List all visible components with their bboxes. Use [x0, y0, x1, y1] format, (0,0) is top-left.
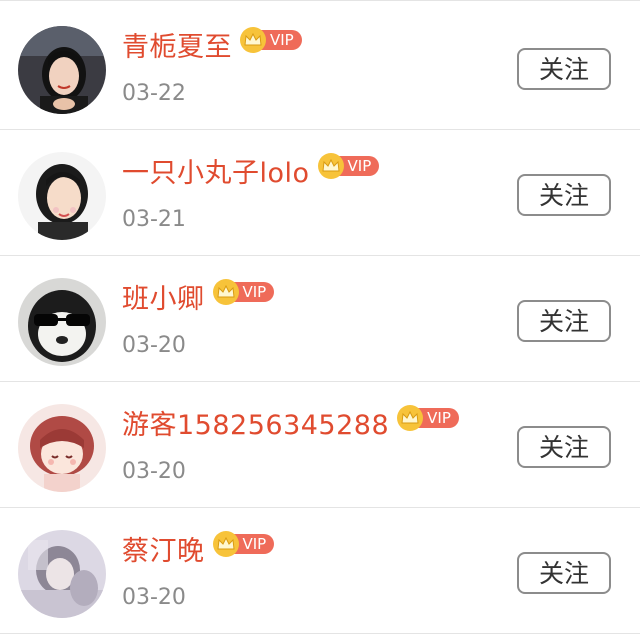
list-item[interactable]: 一只小丸子lolo VIP 03-21 关注	[0, 130, 640, 256]
crown-icon	[240, 27, 266, 53]
name-line: 蔡汀晚 VIP	[122, 531, 275, 572]
avatar[interactable]	[18, 404, 106, 492]
avatar[interactable]	[18, 530, 106, 618]
follow-button[interactable]: 关注	[517, 300, 611, 342]
name-line: 游客158256345288 VIP	[122, 405, 459, 446]
name-line: 一只小丸子lolo VIP	[122, 153, 380, 194]
crown-icon	[317, 153, 344, 179]
crown-icon	[212, 279, 239, 305]
crown-icon	[397, 405, 424, 431]
follower-list: 青栀夏至 VIP 03-22 关注 一只小丸子lolo VIP 03-21 关注…	[0, 0, 640, 635]
vip-badge: VIP	[397, 405, 459, 431]
list-item[interactable]: 青栀夏至 VIP 03-22 关注	[0, 4, 640, 130]
follow-button[interactable]: 关注	[517, 552, 611, 594]
list-item[interactable]: 游客158256345288 VIP 03-20 关注	[0, 382, 640, 508]
vip-badge: VIP	[317, 153, 380, 179]
avatar[interactable]	[18, 278, 106, 366]
user-name[interactable]: 游客158256345288	[122, 406, 389, 446]
user-name[interactable]: 班小卿	[122, 280, 205, 320]
user-name[interactable]: 青栀夏至	[122, 28, 232, 68]
name-line: 青栀夏至 VIP	[122, 27, 302, 68]
follow-button[interactable]: 关注	[517, 426, 611, 468]
list-item[interactable]: 蔡汀晚 VIP 03-20 关注	[0, 508, 640, 634]
vip-badge: VIP	[212, 279, 275, 305]
follow-date: 03-20	[122, 333, 186, 358]
follow-button[interactable]: 关注	[517, 174, 611, 216]
name-line: 班小卿 VIP	[122, 279, 275, 320]
follow-date: 03-21	[122, 207, 186, 232]
follow-date: 03-20	[122, 459, 186, 484]
vip-badge: VIP	[212, 531, 275, 557]
user-name[interactable]: 蔡汀晚	[122, 532, 205, 572]
crown-icon	[212, 531, 239, 557]
vip-badge: VIP	[240, 27, 302, 53]
list-item[interactable]: 班小卿 VIP 03-20 关注	[0, 256, 640, 382]
follow-button[interactable]: 关注	[517, 48, 611, 90]
avatar[interactable]	[18, 152, 106, 240]
user-name[interactable]: 一只小丸子lolo	[122, 154, 310, 194]
follow-date: 03-20	[122, 585, 186, 610]
avatar[interactable]	[18, 26, 106, 114]
follow-date: 03-22	[122, 81, 186, 106]
